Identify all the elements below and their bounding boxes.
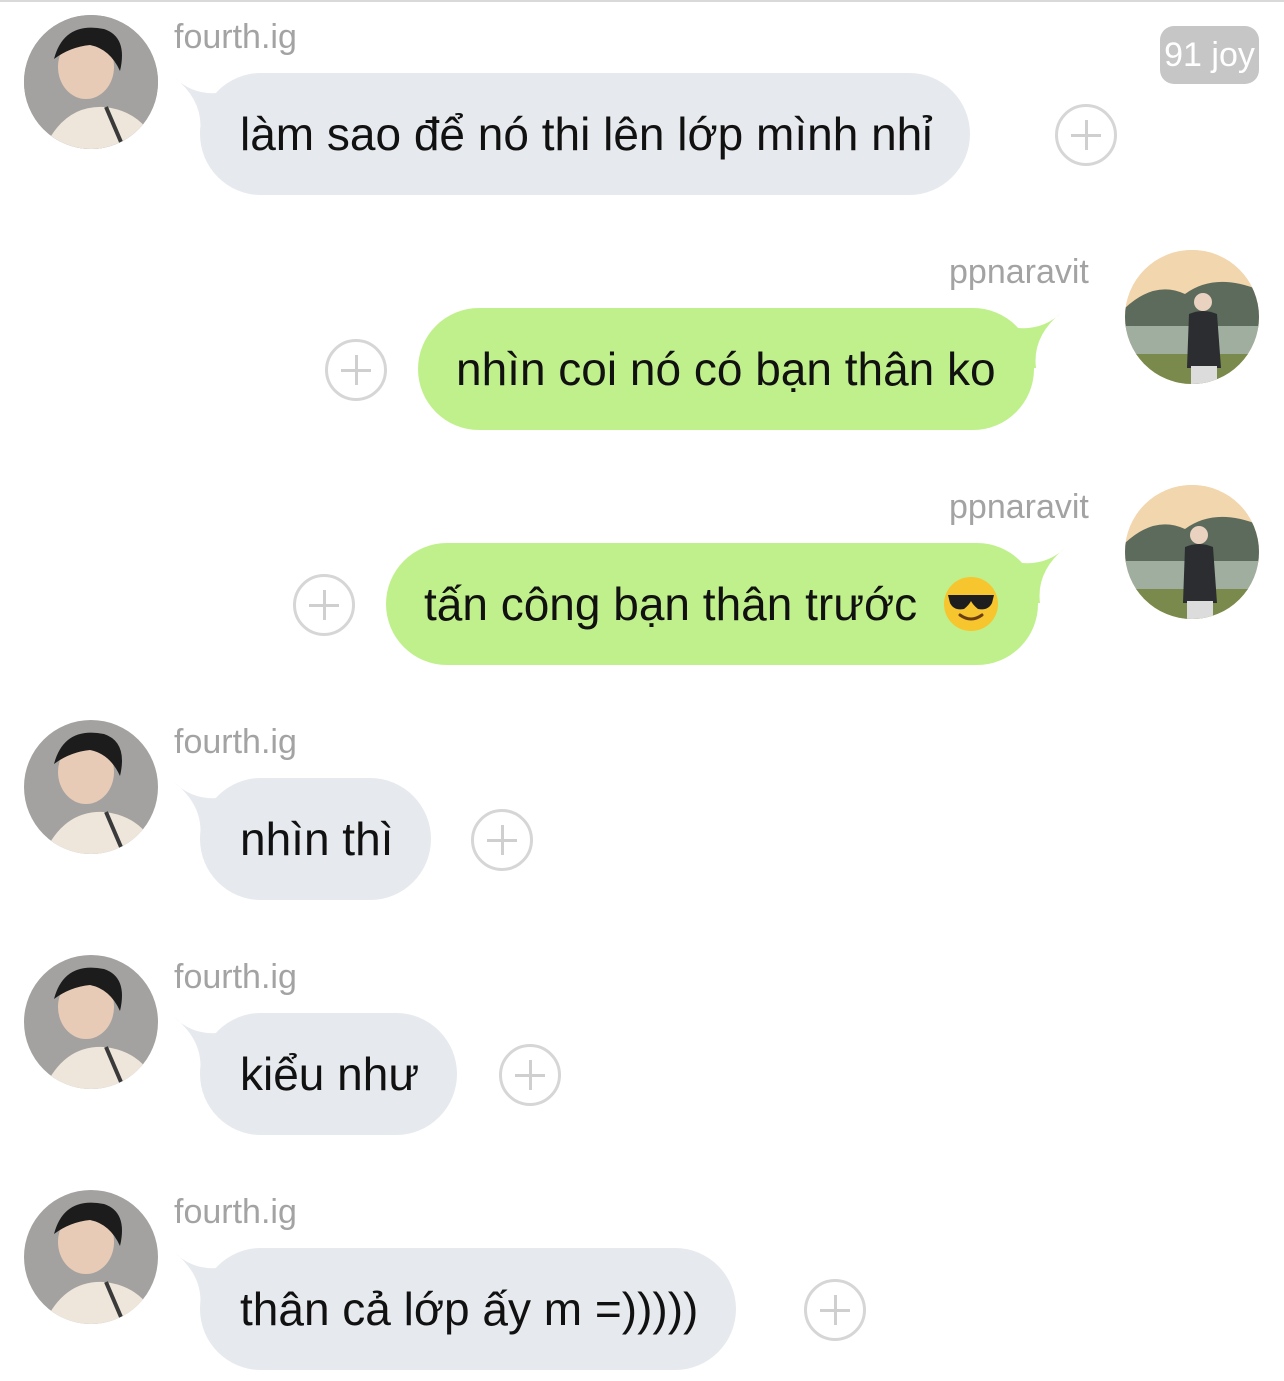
plus-circle-icon[interactable] — [804, 1279, 866, 1341]
top-divider — [0, 0, 1284, 2]
message-text: nhìn coi nó có bạn thân ko — [456, 343, 996, 395]
plus-circle-icon[interactable] — [471, 809, 533, 871]
sender-avatar[interactable] — [24, 1190, 158, 1324]
sender-name: fourth.ig — [174, 958, 297, 996]
bubble-tail — [1005, 547, 1066, 603]
message-text: thân cả lớp ấy m =))))) — [240, 1283, 699, 1335]
message-text: nhìn thì — [240, 813, 394, 865]
sender-avatar[interactable] — [1125, 250, 1259, 384]
plus-circle-icon[interactable] — [499, 1044, 561, 1106]
bubble-tail — [174, 1017, 234, 1073]
plus-circle-icon[interactable] — [325, 339, 387, 401]
sender-avatar[interactable] — [1125, 485, 1259, 619]
bubble-tail — [1001, 312, 1062, 368]
sender-name: ppnaravit — [949, 253, 1089, 291]
plus-circle-icon[interactable] — [293, 574, 355, 636]
message-bubble[interactable]: tấn công bạn thân trước — [386, 543, 1066, 665]
message-text: tấn công bạn thân trước — [424, 578, 918, 630]
bubble-tail — [174, 1252, 234, 1308]
sender-name: fourth.ig — [174, 723, 297, 761]
message-text: kiểu như — [240, 1048, 420, 1100]
message-bubble[interactable]: làm sao để nó thi lên lớp mình nhỉ — [174, 73, 971, 195]
sender-avatar[interactable] — [24, 15, 158, 149]
message-bubble[interactable]: thân cả lớp ấy m =))))) — [174, 1248, 737, 1370]
smiling-face-with-sunglasses-icon — [943, 576, 998, 631]
watermark-badge: 91 joy — [1160, 26, 1259, 84]
message-bubble[interactable]: kiểu như — [174, 1013, 458, 1135]
sender-avatar[interactable] — [24, 720, 158, 854]
sender-name: fourth.ig — [174, 18, 297, 56]
bubble-tail — [174, 782, 234, 838]
message-text: làm sao để nó thi lên lớp mình nhỉ — [240, 108, 933, 160]
bubble-tail — [174, 77, 234, 133]
sender-name: fourth.ig — [174, 1193, 297, 1231]
sender-avatar[interactable] — [24, 955, 158, 1089]
message-bubble[interactable]: nhìn thì — [174, 778, 432, 900]
sender-name: ppnaravit — [949, 488, 1089, 526]
plus-circle-icon[interactable] — [1055, 104, 1117, 166]
message-bubble[interactable]: nhìn coi nó có bạn thân ko — [418, 308, 1062, 430]
